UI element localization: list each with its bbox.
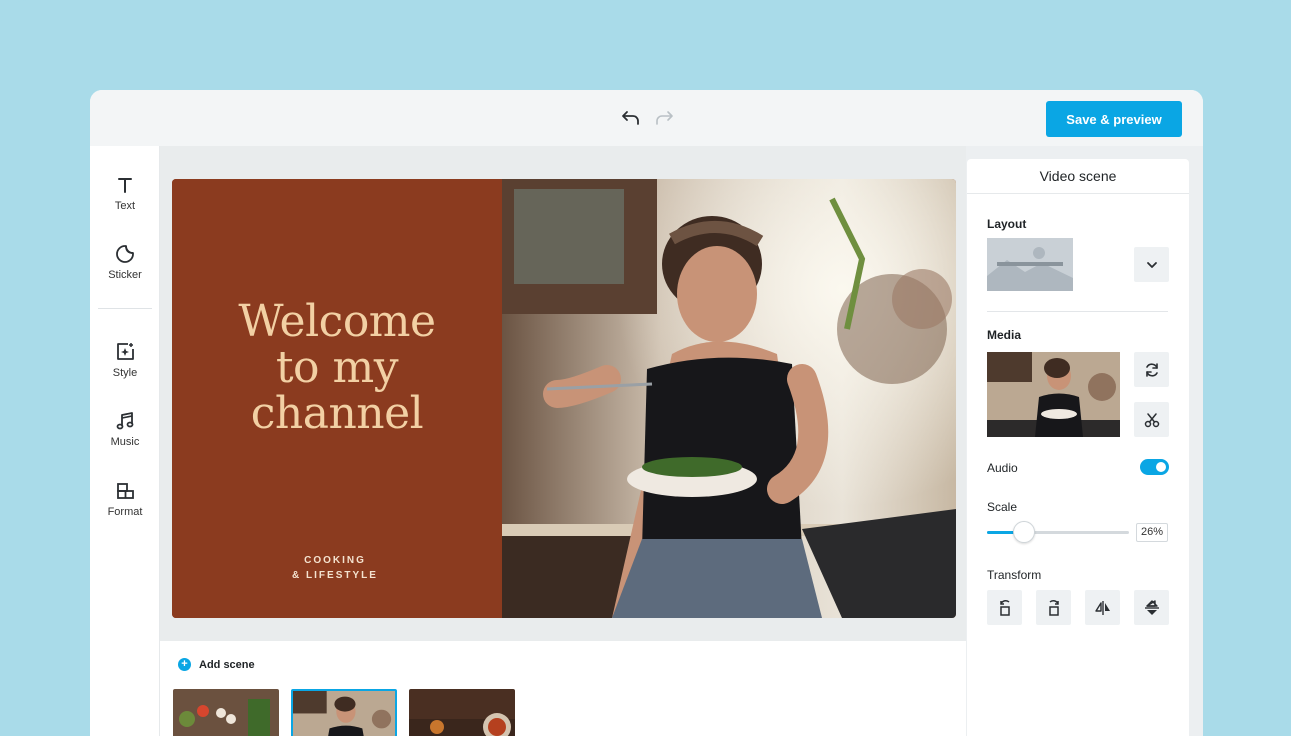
properties-panel: Video scene Layout Media Audio Scale 26%… — [966, 146, 1203, 736]
left-toolbar: Text Sticker Style Music Format — [90, 146, 160, 736]
tool-text[interactable]: Text — [90, 174, 160, 228]
backdrop: Save & preview Text Sticker Style Music … — [0, 0, 1291, 736]
rotate-right-icon — [1048, 599, 1059, 616]
tool-text-label: Text — [114, 200, 136, 212]
rotate-left-icon — [999, 599, 1010, 616]
flip-horizontal-icon — [1094, 600, 1110, 615]
scale-slider-handle[interactable] — [1012, 521, 1035, 543]
sticker-icon — [114, 243, 136, 265]
panel-divider — [987, 311, 1168, 312]
slide-title-line: channel — [250, 388, 424, 439]
slide-title-line: Welcome — [238, 296, 436, 347]
slide-photo[interactable] — [502, 179, 956, 618]
tool-format-label: Format — [107, 506, 143, 518]
flip-vertical-icon — [1144, 599, 1159, 615]
tool-music-label: Music — [110, 436, 140, 448]
tool-music[interactable]: Music — [90, 410, 160, 464]
top-toolbar: Save & preview — [90, 90, 1203, 146]
audio-label: Audio — [987, 461, 1018, 475]
trim-media-button[interactable] — [1134, 402, 1169, 437]
toggle-knob — [1156, 462, 1166, 472]
tool-sticker-label: Sticker — [108, 269, 142, 281]
undo-icon — [622, 111, 639, 125]
format-icon — [114, 480, 136, 502]
slide-subtitle[interactable]: COOKING & LIFESTYLE — [172, 553, 498, 583]
add-scene-label: Add scene — [199, 658, 255, 671]
tool-format[interactable]: Format — [90, 480, 160, 534]
plus-icon: + — [178, 658, 191, 671]
editor-window: Save & preview Text Sticker Style Music … — [90, 90, 1203, 736]
style-icon — [114, 341, 136, 363]
panel-title: Video scene — [967, 159, 1189, 194]
scale-slider[interactable] — [987, 521, 1129, 543]
rotate-right-button[interactable] — [1036, 590, 1071, 625]
redo-icon — [656, 111, 673, 125]
add-scene-button[interactable]: + Add scene — [178, 658, 255, 671]
scene-thumbnail[interactable] — [291, 689, 397, 736]
slide-title[interactable]: Welcome to my channel — [172, 299, 502, 437]
rotate-left-button[interactable] — [987, 590, 1022, 625]
video-scene-preview[interactable]: Welcome to my channel COOKING & LIFESTYL… — [172, 179, 956, 618]
canvas-area: Welcome to my channel COOKING & LIFESTYL… — [160, 146, 966, 641]
slide-title-line: to my — [275, 342, 399, 393]
scene-thumbnail[interactable] — [409, 689, 515, 736]
slide-text-panel: Welcome to my channel COOKING & LIFESTYL… — [172, 179, 502, 618]
scissors-icon — [1144, 412, 1159, 427]
undo-button[interactable] — [620, 107, 642, 129]
toolbar-divider — [98, 308, 152, 309]
media-thumbnail[interactable] — [987, 352, 1120, 437]
tool-style-label: Style — [112, 367, 138, 379]
media-label: Media — [987, 328, 1022, 342]
slide-subtitle-line: & LIFESTYLE — [292, 570, 378, 581]
refresh-icon — [1145, 362, 1158, 377]
layout-thumbnail[interactable] — [987, 238, 1073, 291]
layout-label: Layout — [987, 217, 1027, 231]
scale-label: Scale — [987, 500, 1018, 514]
audio-toggle[interactable] — [1140, 459, 1169, 475]
chevron-down-icon — [1146, 261, 1157, 268]
music-icon — [114, 410, 136, 432]
replace-media-button[interactable] — [1134, 352, 1169, 387]
save-preview-button[interactable]: Save & preview — [1046, 101, 1182, 137]
flip-vertical-button[interactable] — [1134, 590, 1169, 625]
video-scene-card: Video scene Layout Media Audio Scale 26%… — [967, 159, 1189, 736]
slide-subtitle-line: COOKING — [304, 555, 366, 566]
tool-style[interactable]: Style — [90, 341, 160, 395]
scene-thumbnail[interactable] — [173, 689, 279, 736]
flip-horizontal-button[interactable] — [1085, 590, 1120, 625]
layout-dropdown-button[interactable] — [1134, 247, 1169, 282]
tool-sticker[interactable]: Sticker — [90, 243, 160, 297]
scale-value-input[interactable]: 26% — [1136, 523, 1168, 542]
redo-button[interactable] — [653, 107, 675, 129]
text-icon — [114, 174, 136, 196]
transform-label: Transform — [987, 568, 1042, 582]
scene-timeline: + Add scene — [160, 641, 966, 736]
